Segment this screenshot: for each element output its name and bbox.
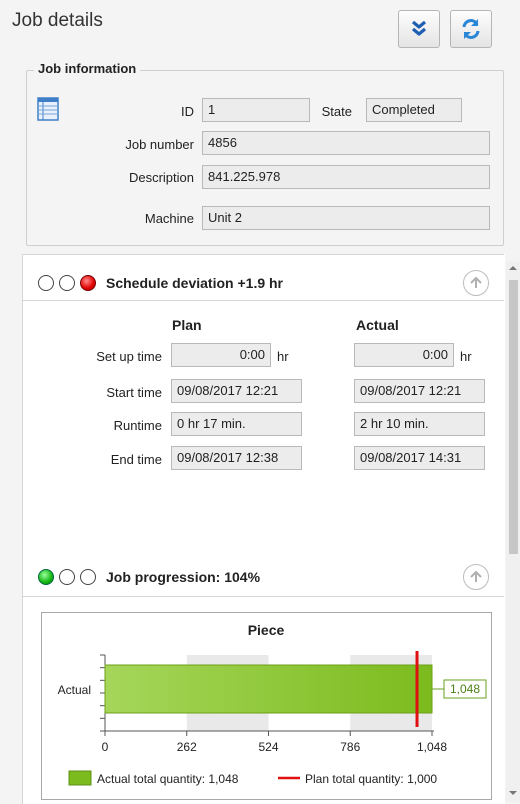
x-tick-label: 262 — [177, 740, 197, 754]
traffic-light-red — [80, 275, 96, 291]
legend-plan-label: Plan total quantity: 1,000 — [305, 772, 437, 786]
machine-label: Machine — [144, 211, 194, 226]
x-tick-label: 0 — [102, 740, 109, 754]
x-tick-label: 1,048 — [417, 740, 447, 754]
job-information-legend: Job information — [34, 61, 141, 76]
piece-chart-svg: Piece Actual 1,048 0 262 524 786 1,048 Actua… — [58, 622, 487, 786]
scrollbar-thumb[interactable] — [509, 280, 518, 554]
id-label: ID — [181, 104, 194, 119]
expand-all-button[interactable] — [398, 10, 440, 48]
schedule-deviation-title: Schedule deviation +1.9 hr — [106, 275, 284, 291]
collapse-schedule-button[interactable] — [463, 270, 489, 296]
id-field[interactable]: 1 — [202, 98, 310, 122]
progression-divider — [22, 596, 504, 597]
data-label-actual: 1,048 — [450, 682, 480, 696]
description-field[interactable]: 841.225.978 — [202, 165, 490, 189]
actual-setup-unit: hr — [460, 349, 472, 364]
job-number-label: Job number — [125, 137, 194, 152]
traffic-light-2b — [59, 569, 75, 585]
refresh-arrows-icon — [462, 19, 480, 39]
bar-actual — [104, 664, 433, 714]
scroll-down-arrow-icon[interactable] — [509, 789, 517, 797]
runtime-label: Runtime — [113, 418, 162, 433]
chart-title: Piece — [248, 622, 285, 638]
arrow-up-icon — [470, 276, 482, 288]
traffic-light-1 — [38, 275, 54, 291]
actual-end-time-field[interactable]: 09/08/2017 14:31 — [354, 446, 485, 470]
plan-end-time-field[interactable]: 09/08/2017 12:38 — [171, 446, 302, 470]
arrow-up-icon — [470, 570, 482, 582]
plan-header: Plan — [172, 317, 202, 333]
actual-runtime-field[interactable]: 2 hr 10 min. — [354, 412, 485, 436]
plan-runtime-field[interactable]: 0 hr 17 min. — [171, 412, 302, 436]
traffic-light-green — [38, 569, 54, 585]
collapse-progression-button[interactable] — [463, 564, 489, 590]
end-time-label: End time — [110, 452, 162, 467]
machine-field[interactable]: Unit 2 — [202, 206, 490, 230]
panel-top-divider — [22, 254, 504, 255]
legend-actual-label: Actual total quantity: 1,048 — [97, 772, 239, 786]
plan-start-time-field[interactable]: 09/08/2017 12:21 — [171, 379, 302, 403]
piece-chart: Piece Actual 1,048 0 262 524 786 1,048 Actua… — [41, 612, 492, 800]
plan-setup-unit: hr — [277, 349, 289, 364]
x-tick-label: 786 — [340, 740, 360, 754]
state-field[interactable]: Completed — [366, 98, 462, 122]
refresh-button[interactable] — [450, 10, 492, 48]
schedule-divider — [22, 300, 504, 301]
job-number-field[interactable]: 4856 — [202, 131, 490, 155]
traffic-light-2 — [59, 275, 75, 291]
y-category-label: Actual — [58, 683, 91, 697]
chart-legend: Actual total quantity: 1,048 Plan total … — [68, 770, 437, 786]
start-time-label: Start time — [106, 385, 162, 400]
state-label: State — [321, 104, 352, 119]
page-title: Job details — [12, 10, 103, 31]
description-label: Description — [128, 170, 194, 185]
actual-header: Actual — [356, 317, 399, 333]
scroll-up-arrow-icon[interactable] — [509, 264, 517, 272]
setup-time-label: Set up time — [96, 349, 162, 364]
traffic-light-3b — [80, 569, 96, 585]
double-chevron-down-icon — [411, 20, 427, 36]
legend-actual-swatch — [68, 770, 92, 786]
actual-setup-time-field[interactable]: 0:00 — [354, 343, 454, 367]
job-progression-title: Job progression: 104% — [106, 569, 261, 585]
x-tick-label: 524 — [258, 740, 278, 754]
actual-start-time-field[interactable]: 09/08/2017 12:21 — [354, 379, 485, 403]
plan-setup-time-field[interactable]: 0:00 — [171, 343, 271, 367]
table-grid-icon — [37, 97, 59, 121]
